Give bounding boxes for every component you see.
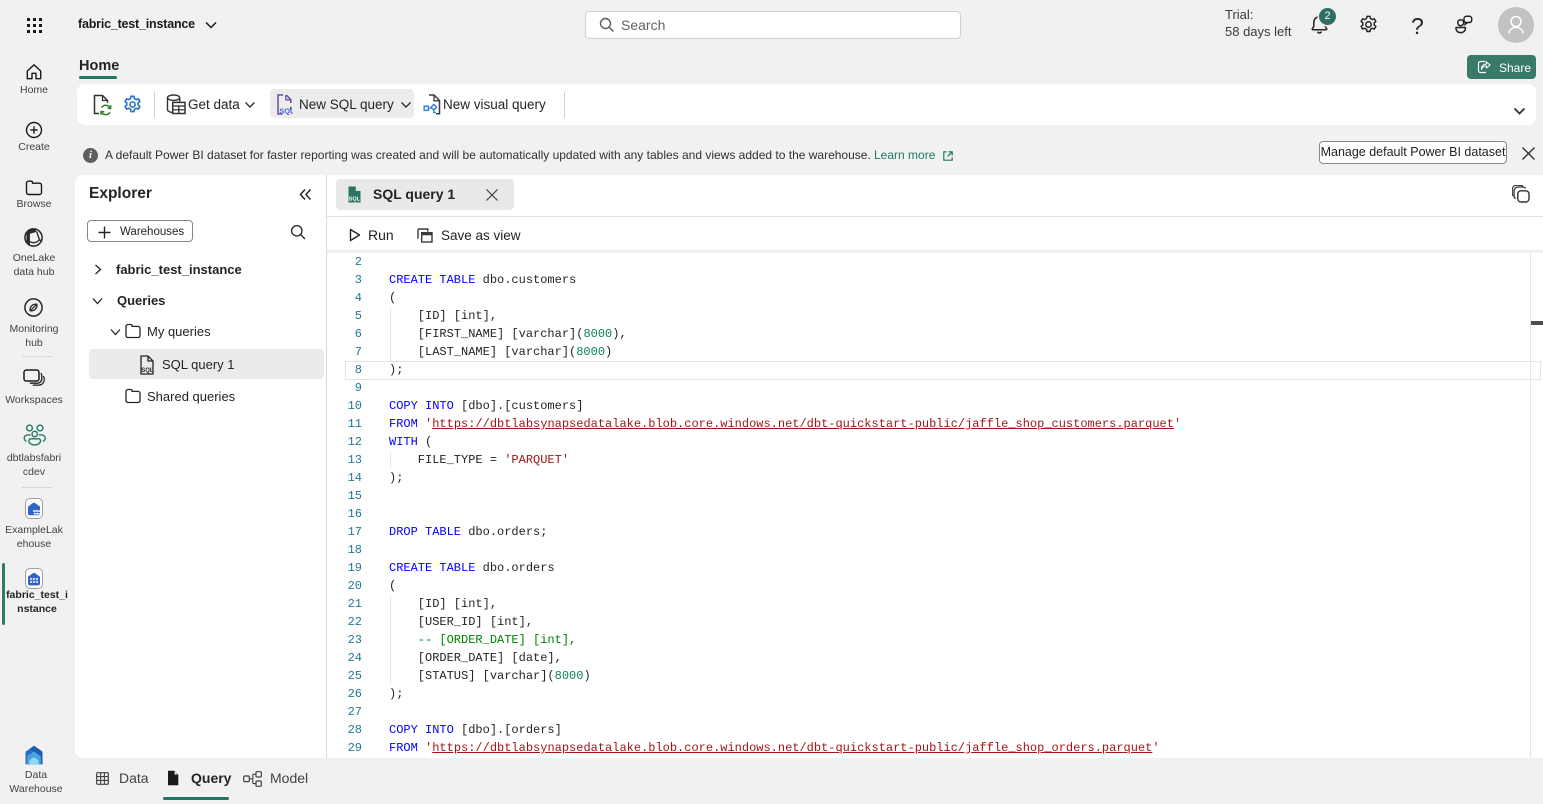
svg-text:SQL: SQL: [141, 368, 154, 374]
svg-text:SQL: SQL: [279, 106, 293, 115]
svg-text:SQL: SQL: [349, 196, 361, 202]
